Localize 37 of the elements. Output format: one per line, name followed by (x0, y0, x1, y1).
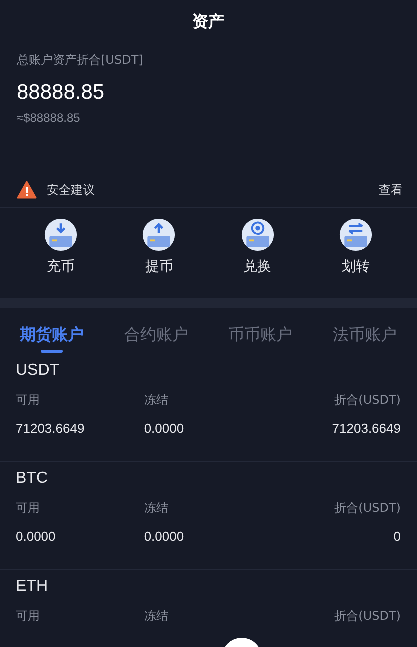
total-assets-value: 88888.85 (17, 81, 106, 105)
asset-value: 71203.6649 (16, 421, 86, 436)
asset-value: 0.0000 (144, 529, 186, 544)
action-button[interactable]: 充币 (44, 218, 78, 298)
account-tab[interactable]: 期货账户 (18, 308, 86, 354)
security-advice-label: 安全建议 (47, 182, 96, 198)
account-tab[interactable]: 币币账户 (226, 308, 295, 354)
column-label: 冻结 (144, 500, 170, 517)
arrows-tray-icon (338, 218, 373, 252)
upload-tray-icon (142, 218, 176, 252)
page-title: 资产 (192, 11, 226, 33)
total-assets-label: 总账户资产折合[USDT] (17, 52, 144, 69)
action-button[interactable]: 兑换 (240, 218, 275, 298)
account-tab[interactable]: 合约账户 (122, 308, 190, 354)
asset-name: ETH (16, 578, 49, 596)
approx-value: ≈$88888.85 (17, 111, 82, 125)
column-label: 可用 (16, 500, 41, 517)
asset-value: 0.0000 (16, 529, 57, 544)
asset-value: 0 (392, 529, 401, 544)
account-tab[interactable]: 法币账户 (330, 308, 399, 354)
column-label: 折合(USDT) (334, 392, 401, 409)
column-label: 冻结 (144, 608, 170, 625)
action-button[interactable]: 提币 (142, 218, 176, 298)
column-label: 可用 (16, 392, 41, 409)
column-label: 可用 (16, 608, 41, 625)
warning-icon (17, 181, 37, 199)
action-button[interactable]: 划转 (338, 218, 373, 298)
column-label: 折合(USDT) (334, 608, 401, 625)
download-tray-icon (44, 218, 78, 252)
asset-value: 0.0000 (144, 421, 186, 436)
asset-name: BTC (16, 470, 49, 488)
asset-name: USDT (16, 362, 61, 380)
asset-value: 71203.6649 (331, 421, 401, 436)
column-label: 冻结 (144, 392, 170, 409)
coin-tray-icon (240, 218, 275, 252)
column-label: 折合(USDT) (334, 500, 401, 517)
view-link[interactable]: 查看 (379, 182, 403, 198)
